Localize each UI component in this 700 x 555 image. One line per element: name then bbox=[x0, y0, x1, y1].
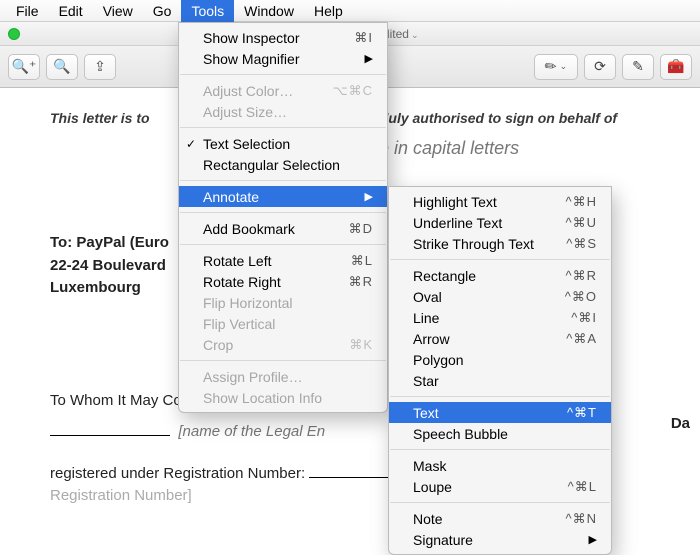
menu-flip-vertical: Flip Vertical bbox=[179, 313, 387, 334]
submenu-arrow-icon: ▶ bbox=[365, 52, 373, 65]
share-button[interactable]: ⇪ bbox=[84, 54, 116, 80]
menu-polygon[interactable]: Polygon bbox=[389, 349, 611, 370]
menu-annotate[interactable]: Annotate▶ bbox=[179, 186, 387, 207]
menu-separator bbox=[180, 360, 386, 361]
checkmark-icon: ✓ bbox=[186, 137, 196, 151]
chevron-down-icon[interactable]: ⌄ bbox=[411, 30, 419, 40]
menu-adjust-color: Adjust Color…⌥⌘C bbox=[179, 80, 387, 101]
menu-oval[interactable]: Oval^⌘O bbox=[389, 286, 611, 307]
menu-view[interactable]: View bbox=[93, 0, 143, 22]
traffic-light-green[interactable] bbox=[8, 28, 20, 40]
menu-add-bookmark[interactable]: Add Bookmark⌘D bbox=[179, 218, 387, 239]
menu-speech-bubble[interactable]: Speech Bubble bbox=[389, 423, 611, 444]
menu-separator bbox=[390, 502, 610, 503]
menu-show-inspector[interactable]: Show Inspector⌘I bbox=[179, 27, 387, 48]
submenu-arrow-icon: ▶ bbox=[589, 533, 597, 546]
name-hint: [name of the Legal En bbox=[178, 423, 325, 440]
menu-show-magnifier[interactable]: Show Magnifier▶ bbox=[179, 48, 387, 69]
menu-flip-horizontal: Flip Horizontal bbox=[179, 292, 387, 313]
pencil-icon: ✎ bbox=[541, 56, 561, 77]
pencil-box-icon: ✎ bbox=[632, 58, 644, 75]
menu-separator bbox=[180, 180, 386, 181]
menu-rectangular-selection[interactable]: Rectangular Selection bbox=[179, 154, 387, 175]
menu-file[interactable]: File bbox=[6, 0, 49, 22]
menu-separator bbox=[390, 396, 610, 397]
annotate-submenu: Highlight Text^⌘H Underline Text^⌘U Stri… bbox=[388, 186, 612, 555]
menu-rotate-right[interactable]: Rotate Right⌘R bbox=[179, 271, 387, 292]
menu-separator bbox=[180, 74, 386, 75]
menu-star[interactable]: Star bbox=[389, 370, 611, 391]
menu-arrow[interactable]: Arrow^⌘A bbox=[389, 328, 611, 349]
rotate-button[interactable]: ⟳ bbox=[584, 54, 616, 80]
menu-highlight-text[interactable]: Highlight Text^⌘H bbox=[389, 191, 611, 212]
share-icon: ⇪ bbox=[94, 58, 106, 75]
toolbox-button[interactable]: 🧰 bbox=[660, 54, 692, 80]
menu-line[interactable]: Line^⌘I bbox=[389, 307, 611, 328]
menu-note[interactable]: Note^⌘N bbox=[389, 508, 611, 529]
menu-assign-profile: Assign Profile… bbox=[179, 366, 387, 387]
magnify-minus-icon: 🔍⁺ bbox=[12, 58, 37, 75]
menu-separator bbox=[390, 449, 610, 450]
menu-show-location: Show Location Info bbox=[179, 387, 387, 408]
menu-window[interactable]: Window bbox=[234, 0, 304, 22]
zoom-out-button[interactable]: 🔍⁺ bbox=[8, 54, 40, 80]
menu-text-selection[interactable]: ✓Text Selection bbox=[179, 133, 387, 154]
menu-separator bbox=[390, 259, 610, 260]
menu-signature[interactable]: Signature▶ bbox=[389, 529, 611, 550]
zoom-in-button[interactable]: 🔍 bbox=[46, 54, 78, 80]
magnify-plus-icon: 🔍 bbox=[53, 58, 70, 75]
menu-rectangle[interactable]: Rectangle^⌘R bbox=[389, 265, 611, 286]
menu-edit[interactable]: Edit bbox=[49, 0, 93, 22]
menubar: File Edit View Go Tools Window Help bbox=[0, 0, 700, 22]
menu-text[interactable]: Text^⌘T bbox=[389, 402, 611, 423]
menu-underline-text[interactable]: Underline Text^⌘U bbox=[389, 212, 611, 233]
date-label: Da bbox=[671, 413, 690, 436]
menu-separator bbox=[180, 212, 386, 213]
markup-button[interactable]: ✎⌄ bbox=[534, 54, 578, 80]
registration-text: registered under Registration Number: bbox=[50, 465, 305, 482]
rotate-icon: ⟳ bbox=[594, 58, 606, 75]
menu-go[interactable]: Go bbox=[143, 0, 182, 22]
menu-crop: Crop⌘K bbox=[179, 334, 387, 355]
toolbox-icon: 🧰 bbox=[667, 58, 684, 75]
menu-adjust-size: Adjust Size… bbox=[179, 101, 387, 122]
menu-rotate-left[interactable]: Rotate Left⌘L bbox=[179, 250, 387, 271]
tools-dropdown: Show Inspector⌘I Show Magnifier▶ Adjust … bbox=[178, 22, 388, 413]
chevron-down-icon: ⌄ bbox=[560, 61, 568, 72]
doc-instruction-1a: This letter is to bbox=[50, 110, 150, 126]
menu-separator bbox=[180, 244, 386, 245]
menu-separator bbox=[180, 127, 386, 128]
name-field[interactable] bbox=[50, 420, 170, 436]
edit-toolbar-button[interactable]: ✎ bbox=[622, 54, 654, 80]
menu-tools[interactable]: Tools bbox=[181, 0, 234, 22]
menu-loupe[interactable]: Loupe^⌘L bbox=[389, 476, 611, 497]
submenu-arrow-icon: ▶ bbox=[365, 190, 373, 203]
menu-help[interactable]: Help bbox=[304, 0, 353, 22]
menu-mask[interactable]: Mask bbox=[389, 455, 611, 476]
menu-strike-through[interactable]: Strike Through Text^⌘S bbox=[389, 233, 611, 254]
